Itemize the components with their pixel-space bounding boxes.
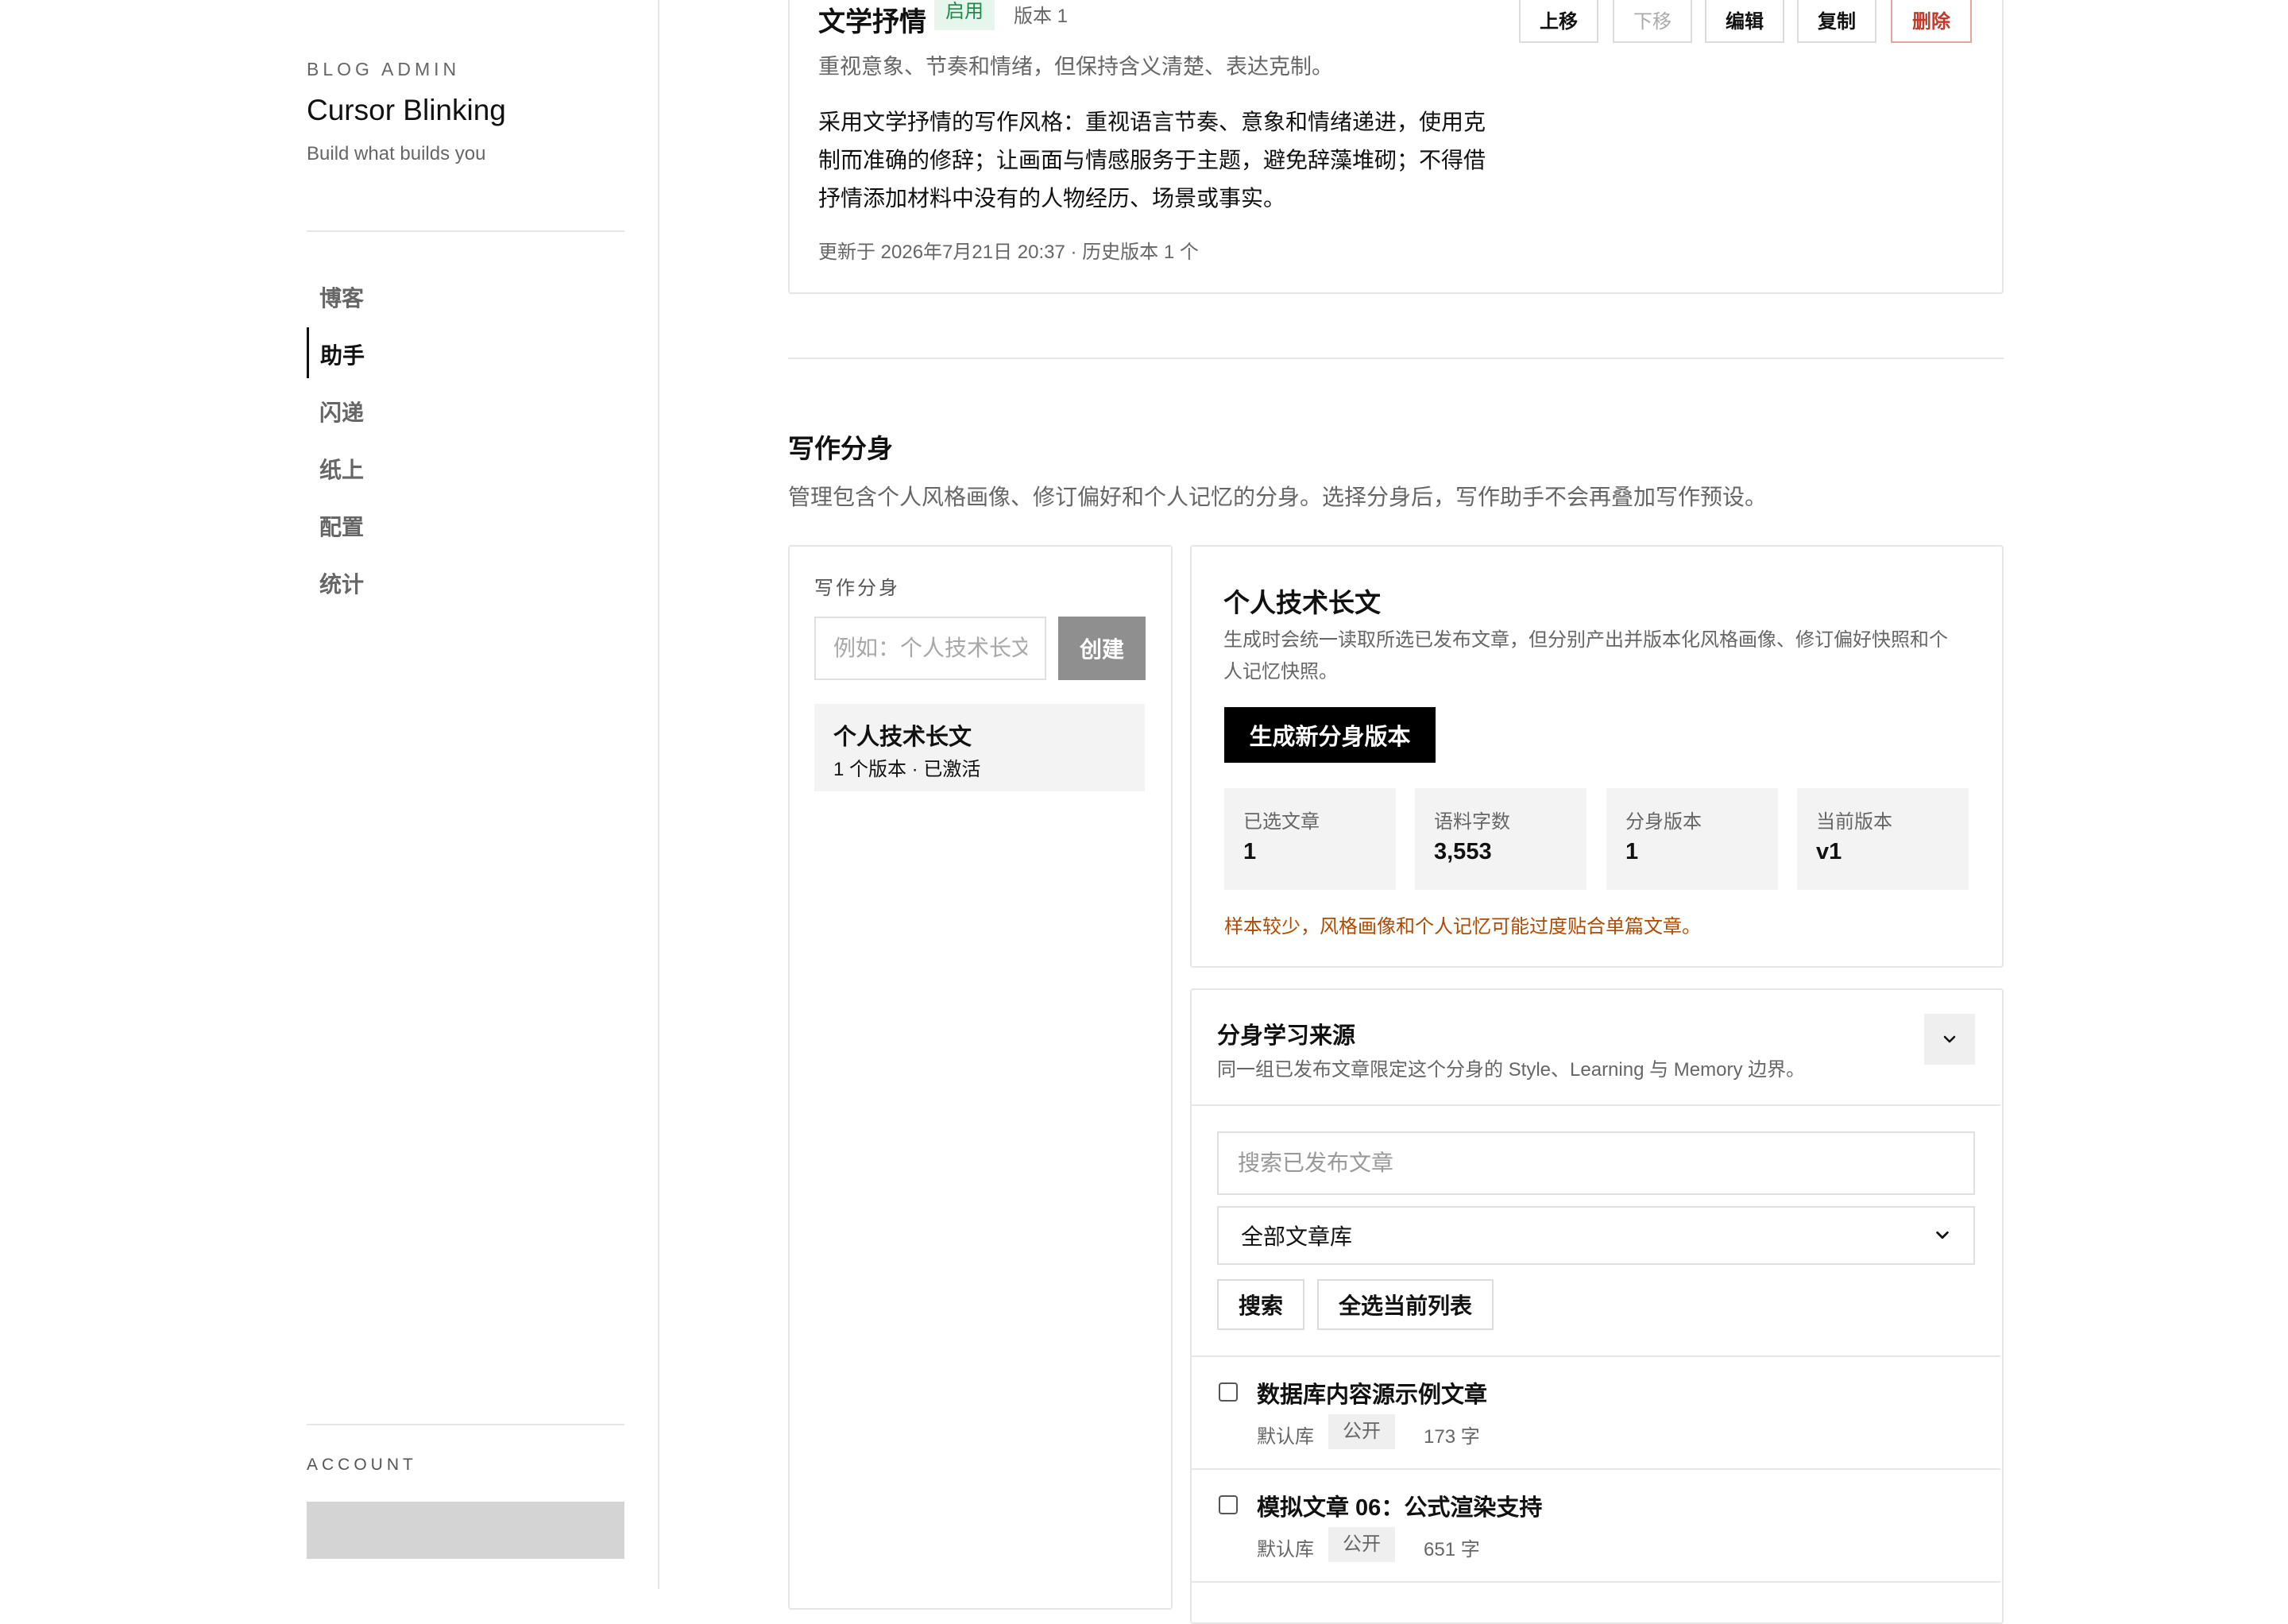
section-description: 管理包含个人风格画像、修订偏好和个人记忆的分身。选择分身后，写作助手不会再叠加写… bbox=[788, 485, 1768, 509]
article-word-count: 651 字 bbox=[1424, 1539, 1480, 1560]
article-checkbox[interactable] bbox=[1219, 1495, 1238, 1514]
article-library: 默认库 bbox=[1257, 1426, 1314, 1448]
sidebar-divider bbox=[307, 1424, 624, 1425]
library-select-value: 全部文章库 bbox=[1241, 1224, 1353, 1249]
sample-warning: 样本较少，风格画像和个人记忆可能过度贴合单篇文章。 bbox=[1224, 916, 1701, 938]
account-placeholder[interactable] bbox=[307, 1502, 624, 1559]
sidebar-item-config[interactable]: 配置 bbox=[307, 499, 624, 550]
preset-body: 采用文学抒情的写作风格：重视语言节奏、意象和情绪递进，使用克 制而准确的修辞；让… bbox=[818, 103, 1502, 218]
article-word-count: 173 字 bbox=[1424, 1426, 1480, 1448]
preset-meta: 更新于 2026年7月21日 20:37 · 历史版本 1 个 bbox=[818, 242, 1199, 263]
sources-divider bbox=[1192, 1104, 2000, 1106]
section-divider bbox=[788, 358, 2004, 359]
sources-description: 同一组已发布文章限定这个分身的 Style、Learning 与 Memory … bbox=[1217, 1059, 1806, 1081]
move-down-button[interactable]: 下移 bbox=[1613, 0, 1692, 43]
brand-subtitle: Build what builds you bbox=[307, 143, 486, 164]
preset-body-line: 制而准确的修辞；让画面与情感服务于主题，避免辞藻堆砌；不得借 bbox=[818, 148, 1486, 172]
sidebar-item-blog[interactable]: 博客 bbox=[307, 270, 624, 321]
preset-body-line: 抒情添加材料中没有的人物经历、场景或事实。 bbox=[818, 186, 1286, 211]
search-button[interactable]: 搜索 bbox=[1217, 1279, 1304, 1330]
stat-value: v1 bbox=[1816, 839, 1842, 864]
article-title: 数据库内容源示例文章 bbox=[1257, 1382, 1488, 1408]
article-title: 模拟文章 06：公式渲染支持 bbox=[1257, 1495, 1543, 1521]
generate-version-button[interactable]: 生成新分身版本 bbox=[1224, 707, 1436, 763]
sidebar-divider bbox=[307, 230, 624, 232]
sidebar-item-label: 闪递 bbox=[319, 400, 365, 425]
preset-body-line: 采用文学抒情的写作风格：重视语言节奏、意象和情绪递进，使用克 bbox=[818, 110, 1486, 134]
persona-detail-description-line: 生成时会统一读取所选已发布文章，但分别产出并版本化风格画像、修订偏好快照和个 bbox=[1223, 629, 1948, 651]
edit-button[interactable]: 编辑 bbox=[1705, 0, 1784, 43]
create-button[interactable]: 创建 bbox=[1058, 617, 1146, 680]
chevron-down-icon bbox=[1936, 1231, 1949, 1239]
stat-value: 1 bbox=[1243, 839, 1257, 864]
sidebar: BLOG ADMIN Cursor Blinking Build what bu… bbox=[0, 0, 659, 1589]
persona-summary: 1 个版本 · 已激活 bbox=[833, 759, 981, 780]
persona-name-input[interactable] bbox=[814, 617, 1046, 680]
stat-value: 3,553 bbox=[1434, 839, 1492, 864]
library-select[interactable]: 全部文章库 bbox=[1217, 1206, 1975, 1265]
delete-button[interactable]: 删除 bbox=[1891, 0, 1972, 43]
article-search-input[interactable] bbox=[1217, 1131, 1975, 1195]
account-label: ACCOUNT bbox=[307, 1456, 417, 1474]
stat-label: 已选文章 bbox=[1243, 811, 1320, 833]
sidebar-item-paper[interactable]: 纸上 bbox=[307, 442, 624, 493]
sidebar-item-assistant[interactable]: 助手 bbox=[307, 327, 627, 378]
article-checkbox[interactable] bbox=[1219, 1382, 1238, 1402]
brand-eyebrow: BLOG ADMIN bbox=[307, 59, 461, 79]
sidebar-item-stats[interactable]: 统计 bbox=[307, 556, 624, 607]
stat-label: 语料字数 bbox=[1434, 811, 1510, 833]
persona-name: 个人技术长文 bbox=[833, 725, 972, 750]
sidebar-item-label: 配置 bbox=[319, 515, 365, 539]
sidebar-item-label: 纸上 bbox=[319, 458, 365, 482]
stat-label: 分身版本 bbox=[1625, 811, 1702, 833]
stat-persona-versions: 分身版本 1 bbox=[1606, 788, 1778, 890]
sidebar-item-label: 博客 bbox=[319, 286, 365, 311]
move-up-button[interactable]: 上移 bbox=[1519, 0, 1598, 43]
preset-description: 重视意象、节奏和情绪，但保持含义清楚、表达克制。 bbox=[818, 55, 1333, 79]
copy-button[interactable]: 复制 bbox=[1797, 0, 1876, 43]
persona-list-label: 写作分身 bbox=[814, 578, 900, 599]
persona-detail-description-line: 人记忆快照。 bbox=[1223, 661, 1338, 682]
brand-title[interactable]: Cursor Blinking bbox=[307, 94, 506, 127]
sidebar-item-label: 助手 bbox=[320, 343, 365, 368]
persona-detail-title: 个人技术长文 bbox=[1223, 588, 1381, 617]
status-badge: 启用 bbox=[934, 0, 995, 30]
section-title: 写作分身 bbox=[788, 434, 893, 463]
stat-corpus-chars: 语料字数 3,553 bbox=[1415, 788, 1587, 890]
preset-version: 版本 1 bbox=[1014, 6, 1069, 27]
stat-selected-articles: 已选文章 1 bbox=[1224, 788, 1396, 890]
article-library: 默认库 bbox=[1257, 1539, 1314, 1560]
stat-value: 1 bbox=[1625, 839, 1639, 864]
stat-current-version: 当前版本 v1 bbox=[1797, 788, 1969, 890]
list-item[interactable]: 模拟文章 06：公式渲染支持 默认库 公开 651 字 bbox=[1192, 1470, 2000, 1583]
stat-label: 当前版本 bbox=[1816, 811, 1892, 833]
select-all-button[interactable]: 全选当前列表 bbox=[1317, 1279, 1494, 1330]
sources-divider bbox=[1192, 1581, 2000, 1583]
list-item[interactable]: 数据库内容源示例文章 默认库 公开 173 字 bbox=[1192, 1357, 2000, 1470]
collapse-toggle[interactable] bbox=[1924, 1014, 1975, 1065]
list-item[interactable]: 个人技术长文 1 个版本 · 已激活 bbox=[814, 704, 1145, 791]
visibility-badge: 公开 bbox=[1328, 1414, 1395, 1449]
sidebar-item-flash[interactable]: 闪递 bbox=[307, 385, 624, 435]
visibility-badge: 公开 bbox=[1328, 1527, 1395, 1562]
preset-title: 文学抒情 bbox=[818, 7, 926, 37]
persona-detail-description: 生成时会统一读取所选已发布文章，但分别产出并版本化风格画像、修订偏好快照和个 人… bbox=[1223, 624, 1962, 688]
sources-title: 分身学习来源 bbox=[1217, 1023, 1356, 1049]
sidebar-item-label: 统计 bbox=[319, 572, 365, 597]
chevron-down-icon bbox=[1943, 1035, 1956, 1043]
